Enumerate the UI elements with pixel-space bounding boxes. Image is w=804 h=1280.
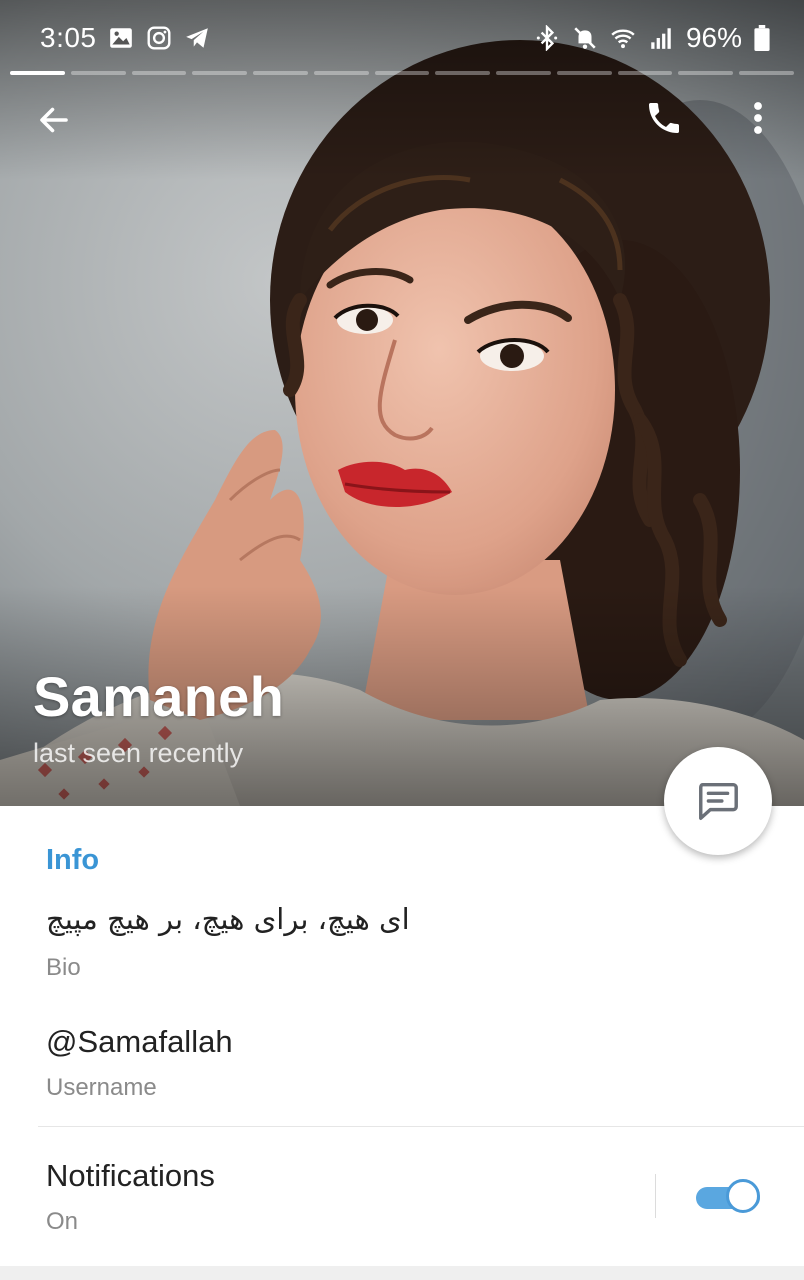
send-message-button[interactable] [664,747,772,855]
last-seen-status: last seen recently [33,738,244,768]
profile-name: Samaneh [33,665,285,728]
story-segment [556,71,612,75]
story-segment [617,71,673,75]
story-segment [313,71,369,75]
story-segment [253,71,308,75]
story-segment [496,71,551,75]
phone-icon [649,103,679,133]
info-section: Info ای هیچ، برای هیچ، بر هیچ مپیچ Bio @… [0,806,804,1266]
story-segment [131,71,187,75]
status-bar: 3:05 96% [0,0,804,64]
telegram-icon [186,28,208,48]
info-section-title: Info [46,844,100,876]
back-button[interactable] [30,96,78,144]
bio-text[interactable]: ای هیچ، برای هیچ، بر هیچ مپیچ [46,902,410,936]
more-options-button[interactable] [734,94,782,142]
status-time: 3:05 [40,22,97,53]
arrow-left-icon [40,107,68,133]
story-segment [374,71,430,75]
story-segment [435,71,491,75]
battery-level: 96% [685,22,742,53]
story-segment [192,71,248,75]
image-icon [110,28,132,48]
instagram-icon [147,26,171,50]
bio-label: Bio [46,954,81,981]
profile-hero[interactable]: 3:05 96% Samaneh last seen recently [0,0,804,806]
story-segment [70,71,126,75]
story-progress [10,71,794,75]
toggle-knob [726,1179,760,1213]
notification-icons [108,25,210,51]
more-vertical-icon [754,102,762,134]
battery-icon [754,25,770,51]
notifications-toggle[interactable] [696,1179,764,1215]
call-button[interactable] [640,94,688,142]
vertical-divider [655,1174,656,1218]
bottom-background [0,1266,804,1280]
notifications-state: On [46,1208,79,1235]
notifications-label[interactable]: Notifications [46,1158,215,1194]
username-label: Username [46,1074,157,1101]
message-icon [699,782,738,820]
story-segment [10,71,65,75]
system-icons: 96% [534,22,770,54]
mute-icon [574,27,596,49]
wifi-icon [611,29,635,49]
username-text[interactable]: @Samafallah [46,1024,233,1060]
story-segment [739,71,794,75]
bluetooth-icon [536,25,558,51]
story-segment [678,71,734,75]
signal-icon [651,28,671,49]
divider [38,1126,804,1127]
